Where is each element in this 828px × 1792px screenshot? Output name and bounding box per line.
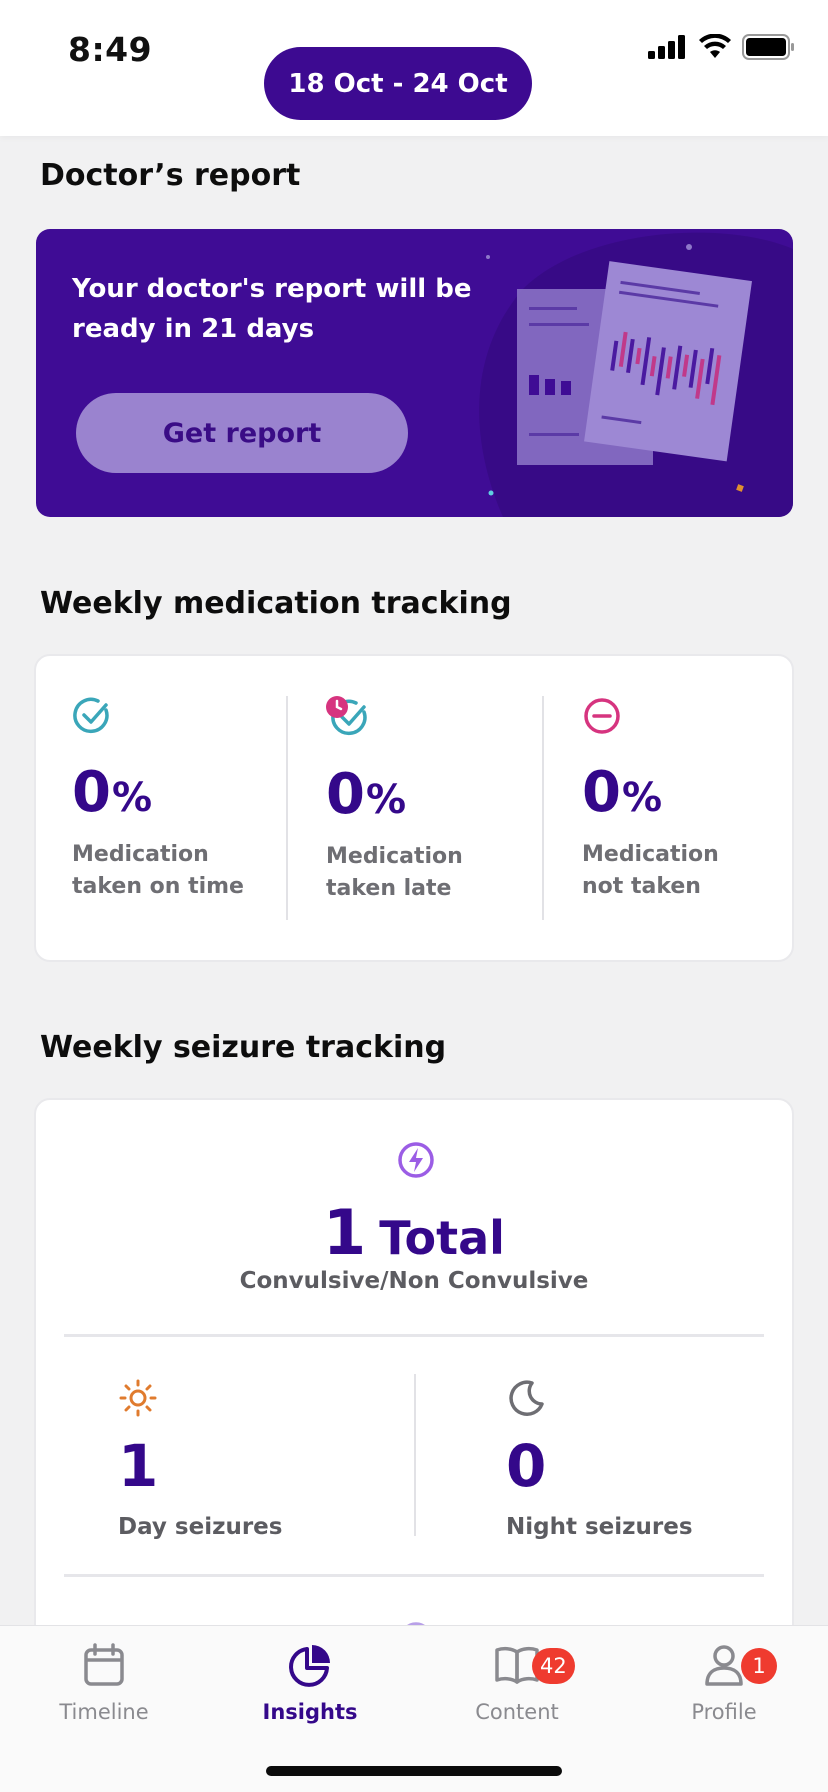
divider bbox=[542, 696, 544, 920]
calendar-icon bbox=[84, 1643, 124, 1686]
on-time-label-line2: taken on time bbox=[72, 874, 244, 899]
wifi-icon bbox=[699, 34, 731, 58]
night-seizures-value: 0 bbox=[506, 1432, 547, 1500]
doctor-report-card: Your doctor's report will be ready in 21… bbox=[36, 229, 793, 517]
cellular-signal-icon bbox=[648, 35, 685, 59]
not-taken-value: 0 bbox=[582, 760, 621, 825]
late-label-line2: taken late bbox=[326, 876, 452, 901]
late-value: 0 bbox=[326, 762, 365, 827]
not-taken-label-line2: not taken bbox=[582, 874, 701, 899]
divider bbox=[414, 1374, 416, 1536]
tab-insights-label: Insights bbox=[262, 1700, 358, 1724]
tab-content-label: Content bbox=[475, 1700, 559, 1724]
on-time-value: 0 bbox=[72, 760, 111, 825]
status-bar: 8:49 18 Oct - 24 Oct bbox=[0, 0, 828, 136]
check-clock-icon bbox=[326, 696, 367, 736]
divider bbox=[286, 696, 288, 920]
medication-section-title: Weekly medication tracking bbox=[40, 586, 512, 621]
on-time-label-line1: Medication bbox=[72, 842, 209, 867]
total-subtitle: Convulsive/Non Convulsive bbox=[239, 1268, 589, 1294]
day-seizures-value: 1 bbox=[118, 1432, 159, 1500]
home-indicator bbox=[266, 1766, 562, 1776]
profile-badge: 1 bbox=[741, 1648, 777, 1684]
late-unit: % bbox=[365, 777, 406, 823]
minus-circle-icon bbox=[584, 698, 620, 734]
sun-icon bbox=[119, 1379, 157, 1417]
check-circle-icon bbox=[73, 697, 109, 734]
date-range-button[interactable]: 18 Oct - 24 Oct bbox=[264, 47, 532, 120]
not-taken-label-line1: Medication bbox=[582, 842, 719, 867]
day-seizures-label: Day seizures bbox=[118, 1514, 283, 1540]
get-report-button[interactable]: Get report bbox=[76, 393, 408, 473]
late-label-line1: Medication bbox=[326, 844, 463, 869]
night-seizures-label: Night seizures bbox=[506, 1514, 693, 1540]
divider bbox=[64, 1574, 764, 1577]
moon-icon bbox=[509, 1380, 544, 1416]
pie-chart-icon bbox=[289, 1645, 330, 1687]
tab-profile-label: Profile bbox=[691, 1700, 757, 1724]
tab-timeline-label: Timeline bbox=[59, 1700, 149, 1724]
divider bbox=[64, 1334, 764, 1337]
total-value: 1 bbox=[323, 1196, 367, 1269]
report-illustration bbox=[479, 232, 793, 517]
tab-timeline[interactable]: Timeline bbox=[29, 1642, 179, 1724]
on-time-unit: % bbox=[111, 775, 152, 821]
tab-profile[interactable]: Profile 1 bbox=[649, 1642, 799, 1724]
medication-on-time: 0% Medication taken on time bbox=[72, 696, 302, 903]
tab-insights[interactable]: Insights bbox=[235, 1642, 385, 1724]
medication-not-taken: 0% Medication not taken bbox=[582, 696, 812, 903]
content-badge: 42 bbox=[532, 1648, 575, 1684]
battery-icon bbox=[742, 34, 794, 60]
seizure-card: 1 Total Convulsive/Non Convulsive 1 Day … bbox=[34, 1098, 794, 1698]
status-icons bbox=[648, 34, 796, 60]
seizure-section-title: Weekly seizure tracking bbox=[40, 1030, 447, 1065]
medication-late: 0% Medication taken late bbox=[326, 696, 556, 905]
tab-content[interactable]: Content 42 bbox=[442, 1642, 592, 1724]
medication-card: 0% Medication taken on time 0% Medicatio… bbox=[34, 654, 794, 962]
total-seizures: 1 Total bbox=[36, 1196, 792, 1269]
not-taken-unit: % bbox=[621, 775, 662, 821]
status-time: 8:49 bbox=[68, 30, 153, 69]
report-message: Your doctor's report will be ready in 21… bbox=[72, 274, 472, 344]
lightning-icon bbox=[398, 1142, 434, 1178]
doctor-report-title: Doctor’s report bbox=[40, 158, 301, 193]
total-label: Total bbox=[379, 1211, 505, 1265]
